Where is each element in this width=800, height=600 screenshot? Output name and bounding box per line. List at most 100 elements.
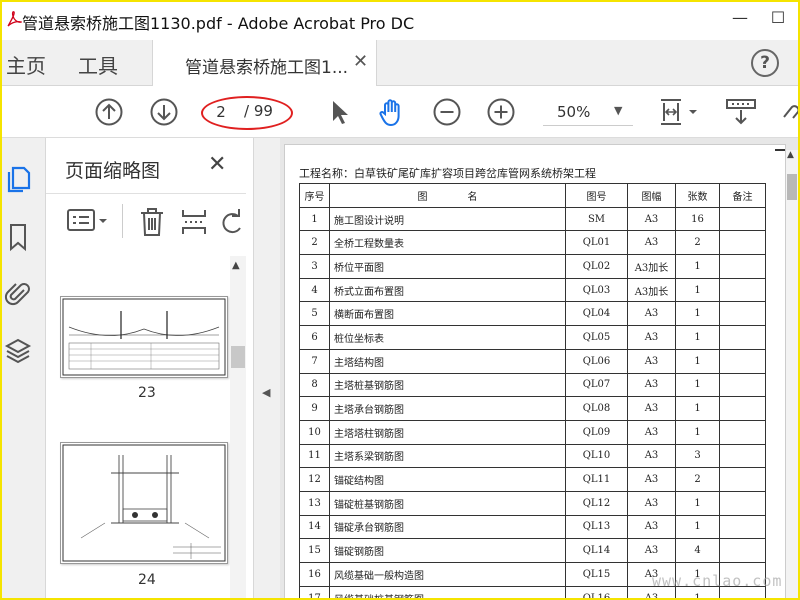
zoom-select[interactable]: 50% ▼: [543, 98, 633, 126]
drawing-code-cell: QL12: [565, 490, 628, 516]
title-bar: 管道悬索桥施工图1130.pdf - Adobe Acrobat Pro DC …: [2, 2, 798, 40]
row-number-cell: 13: [299, 490, 330, 516]
drawing-code-cell: QL15: [565, 562, 628, 587]
scrollbar-thumb[interactable]: [787, 174, 797, 200]
row-number-cell: 12: [299, 467, 330, 492]
sheet-count-cell: 1: [675, 372, 720, 398]
sheet-count-cell: 2: [675, 467, 720, 492]
drawing-name-cell: 风缆基础一般构造图: [329, 562, 566, 587]
drawing-name-cell: 横断面布置图: [329, 301, 566, 327]
remarks-cell: [719, 230, 766, 256]
help-button[interactable]: ?: [751, 49, 779, 77]
remarks-cell: [719, 538, 766, 563]
sheet-size-cell: A3: [627, 490, 676, 516]
chevron-up-icon[interactable]: ▲: [232, 260, 240, 271]
tab-document[interactable]: 管道悬索桥施工图1... ✕: [152, 40, 377, 86]
chevron-down-icon: ▼: [614, 104, 623, 117]
sheet-size-cell: A3: [627, 206, 676, 232]
window-title: 管道悬索桥施工图1130.pdf - Adobe Acrobat Pro DC: [22, 14, 415, 33]
hand-tool-icon[interactable]: [376, 97, 406, 127]
page-thumbnail-23[interactable]: [60, 296, 228, 378]
sheet-size-cell: A3: [627, 419, 676, 445]
layers-icon[interactable]: [4, 336, 32, 366]
drawing-code-cell: QL14: [565, 538, 628, 563]
chevron-up-icon[interactable]: ▲: [787, 150, 794, 160]
sheet-count-cell: 1: [675, 277, 720, 303]
table-row: 8 主塔桩基钢筋图 QL07 A3 1: [299, 372, 766, 398]
fit-page-icon[interactable]: [657, 97, 699, 127]
row-number-cell: 2: [299, 230, 330, 256]
zoom-in-icon[interactable]: [486, 97, 516, 127]
maximize-button[interactable]: ☐: [758, 8, 798, 34]
sheet-size-cell: A3加长: [627, 254, 676, 279]
table-row: 12 锚碇结构图 QL11 A3 2: [299, 467, 766, 492]
tab-row: 主页 工具 管道悬索桥施工图1... ✕ ?: [2, 40, 798, 86]
sheet-count-cell: 3: [675, 443, 720, 469]
row-number-cell: 10: [299, 419, 330, 445]
remarks-cell: [719, 490, 766, 516]
sheet-count-cell: 1: [675, 396, 720, 421]
scrolling-mode-icon[interactable]: [724, 97, 758, 127]
table-header-row: 序号 图 名 图号 图幅 张数 备注: [299, 183, 766, 208]
remarks-cell: [719, 443, 766, 469]
sheet-count-cell: 1: [675, 514, 720, 540]
remarks-cell: [719, 325, 766, 350]
remarks-cell: [719, 419, 766, 445]
rotate-page-icon[interactable]: [220, 206, 242, 238]
table-row: 13 锚碇桩基钢筋图 QL12 A3 1: [299, 490, 766, 516]
sheet-size-cell: A3: [627, 467, 676, 492]
drawing-code-cell: QL09: [565, 419, 628, 445]
thumbnails-scrollbar[interactable]: ▲: [230, 256, 246, 598]
close-panel-button[interactable]: ✕: [208, 152, 226, 177]
select-tool-icon[interactable]: [324, 97, 354, 127]
tab-home[interactable]: 主页: [6, 50, 46, 79]
sheet-size-cell: A3加长: [627, 277, 676, 303]
panel-collapse-handle[interactable]: ◀: [254, 138, 280, 598]
document-scrollbar[interactable]: ▲: [786, 150, 798, 598]
attachment-icon[interactable]: [4, 278, 32, 308]
page-thumbnail-24[interactable]: [60, 442, 228, 564]
row-number-cell: 5: [299, 301, 330, 327]
link-icon[interactable]: [778, 97, 798, 127]
remarks-cell: [719, 254, 766, 279]
table-row: 7 主塔结构图 QL06 A3 1: [299, 348, 766, 374]
remarks-cell: [719, 301, 766, 327]
scrollbar-thumb[interactable]: [231, 346, 245, 368]
delete-page-icon[interactable]: [138, 206, 166, 238]
thumbnail-drawing: [62, 298, 226, 376]
drawing-name-cell: 锚碇钢筋图: [329, 538, 566, 563]
drawing-name-cell: 主塔塔柱钢筋图: [329, 419, 566, 445]
navigation-rail: [2, 138, 46, 598]
sheet-count-cell: 16: [675, 206, 720, 232]
thumbnails-panel: 页面缩略图 ✕ 23 24 ▲: [46, 138, 254, 598]
tab-tools[interactable]: 工具: [78, 50, 118, 79]
next-page-icon[interactable]: [149, 97, 179, 127]
table-row: 5 横断面布置图 QL04 A3 1: [299, 301, 766, 327]
insert-page-icon[interactable]: [180, 206, 208, 238]
drawing-name-cell: 主塔桩基钢筋图: [329, 372, 566, 398]
page-thumbnails-icon[interactable]: [4, 164, 32, 194]
column-header: 图幅: [627, 183, 676, 208]
options-menu-icon[interactable]: [66, 206, 110, 236]
zoom-out-icon[interactable]: [432, 97, 462, 127]
drawing-code-cell: QL06: [565, 348, 628, 374]
sheet-size-cell: A3: [627, 538, 676, 563]
drawing-code-cell: SM: [565, 206, 628, 232]
table-row: 3 桥位平面图 QL02 A3加长 1: [299, 254, 766, 279]
project-title: 工程名称：白草铁矿尾矿库扩容项目跨岔库管网系统桥架工程: [299, 167, 596, 180]
table-row: 10 主塔塔柱钢筋图 QL09 A3 1: [299, 419, 766, 445]
chevron-left-icon[interactable]: ◀: [262, 386, 270, 399]
document-view: 工程名称：白草铁矿尾矿库扩容项目跨岔库管网系统桥架工程 序号 图 名 图号 图幅…: [280, 138, 798, 598]
table-row: 9 主塔承台钢筋图 QL08 A3 1: [299, 396, 766, 421]
sheet-size-cell: A3: [627, 514, 676, 540]
drawing-code-cell: QL03: [565, 277, 628, 303]
minimize-button[interactable]: —: [720, 8, 760, 34]
close-tab-button[interactable]: ✕: [353, 51, 368, 72]
bookmark-icon[interactable]: [4, 222, 32, 252]
table-row: 15 锚碇钢筋图 QL14 A3 4: [299, 538, 766, 563]
previous-page-icon[interactable]: [94, 97, 124, 127]
remarks-cell: [719, 467, 766, 492]
column-header: 备注: [719, 183, 766, 208]
row-number-cell: 7: [299, 348, 330, 374]
table-row: 11 主塔系梁钢筋图 QL10 A3 3: [299, 443, 766, 469]
